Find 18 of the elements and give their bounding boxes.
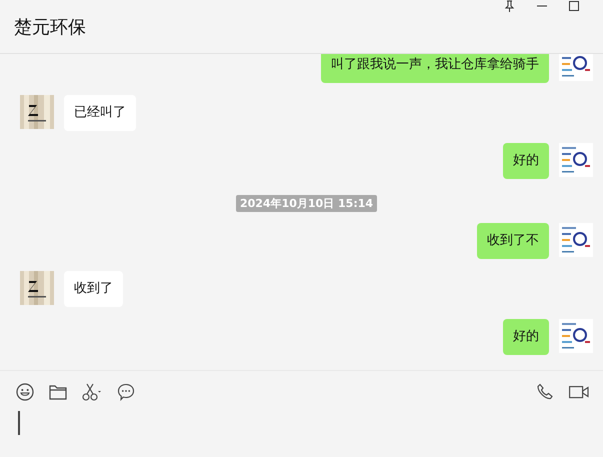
pin-icon[interactable] [504,0,515,12]
message-bubble: 收到了 [64,271,123,307]
scissors-icon[interactable] [82,383,102,401]
maximize-icon[interactable] [569,1,579,11]
chat-icon[interactable] [117,383,135,401]
text-cursor [18,411,20,435]
video-call-icon[interactable] [569,385,589,399]
message-bubble: 收到了不 [477,223,549,259]
chat-title: 楚元环保 [14,16,86,38]
message-bubble: 叫了跟我说一声，我让仓库拿给骑手 [321,54,549,83]
message-bubble: 好的 [503,143,549,179]
folder-icon[interactable] [49,384,67,400]
message-bubble: 已经叫了 [64,95,136,131]
message-bubble: 好的 [503,319,549,355]
timestamp: 2024年10月10日 15:14 [236,195,378,212]
phone-icon[interactable] [536,383,554,401]
minimize-icon[interactable] [537,5,547,7]
emoji-icon[interactable] [16,383,34,401]
